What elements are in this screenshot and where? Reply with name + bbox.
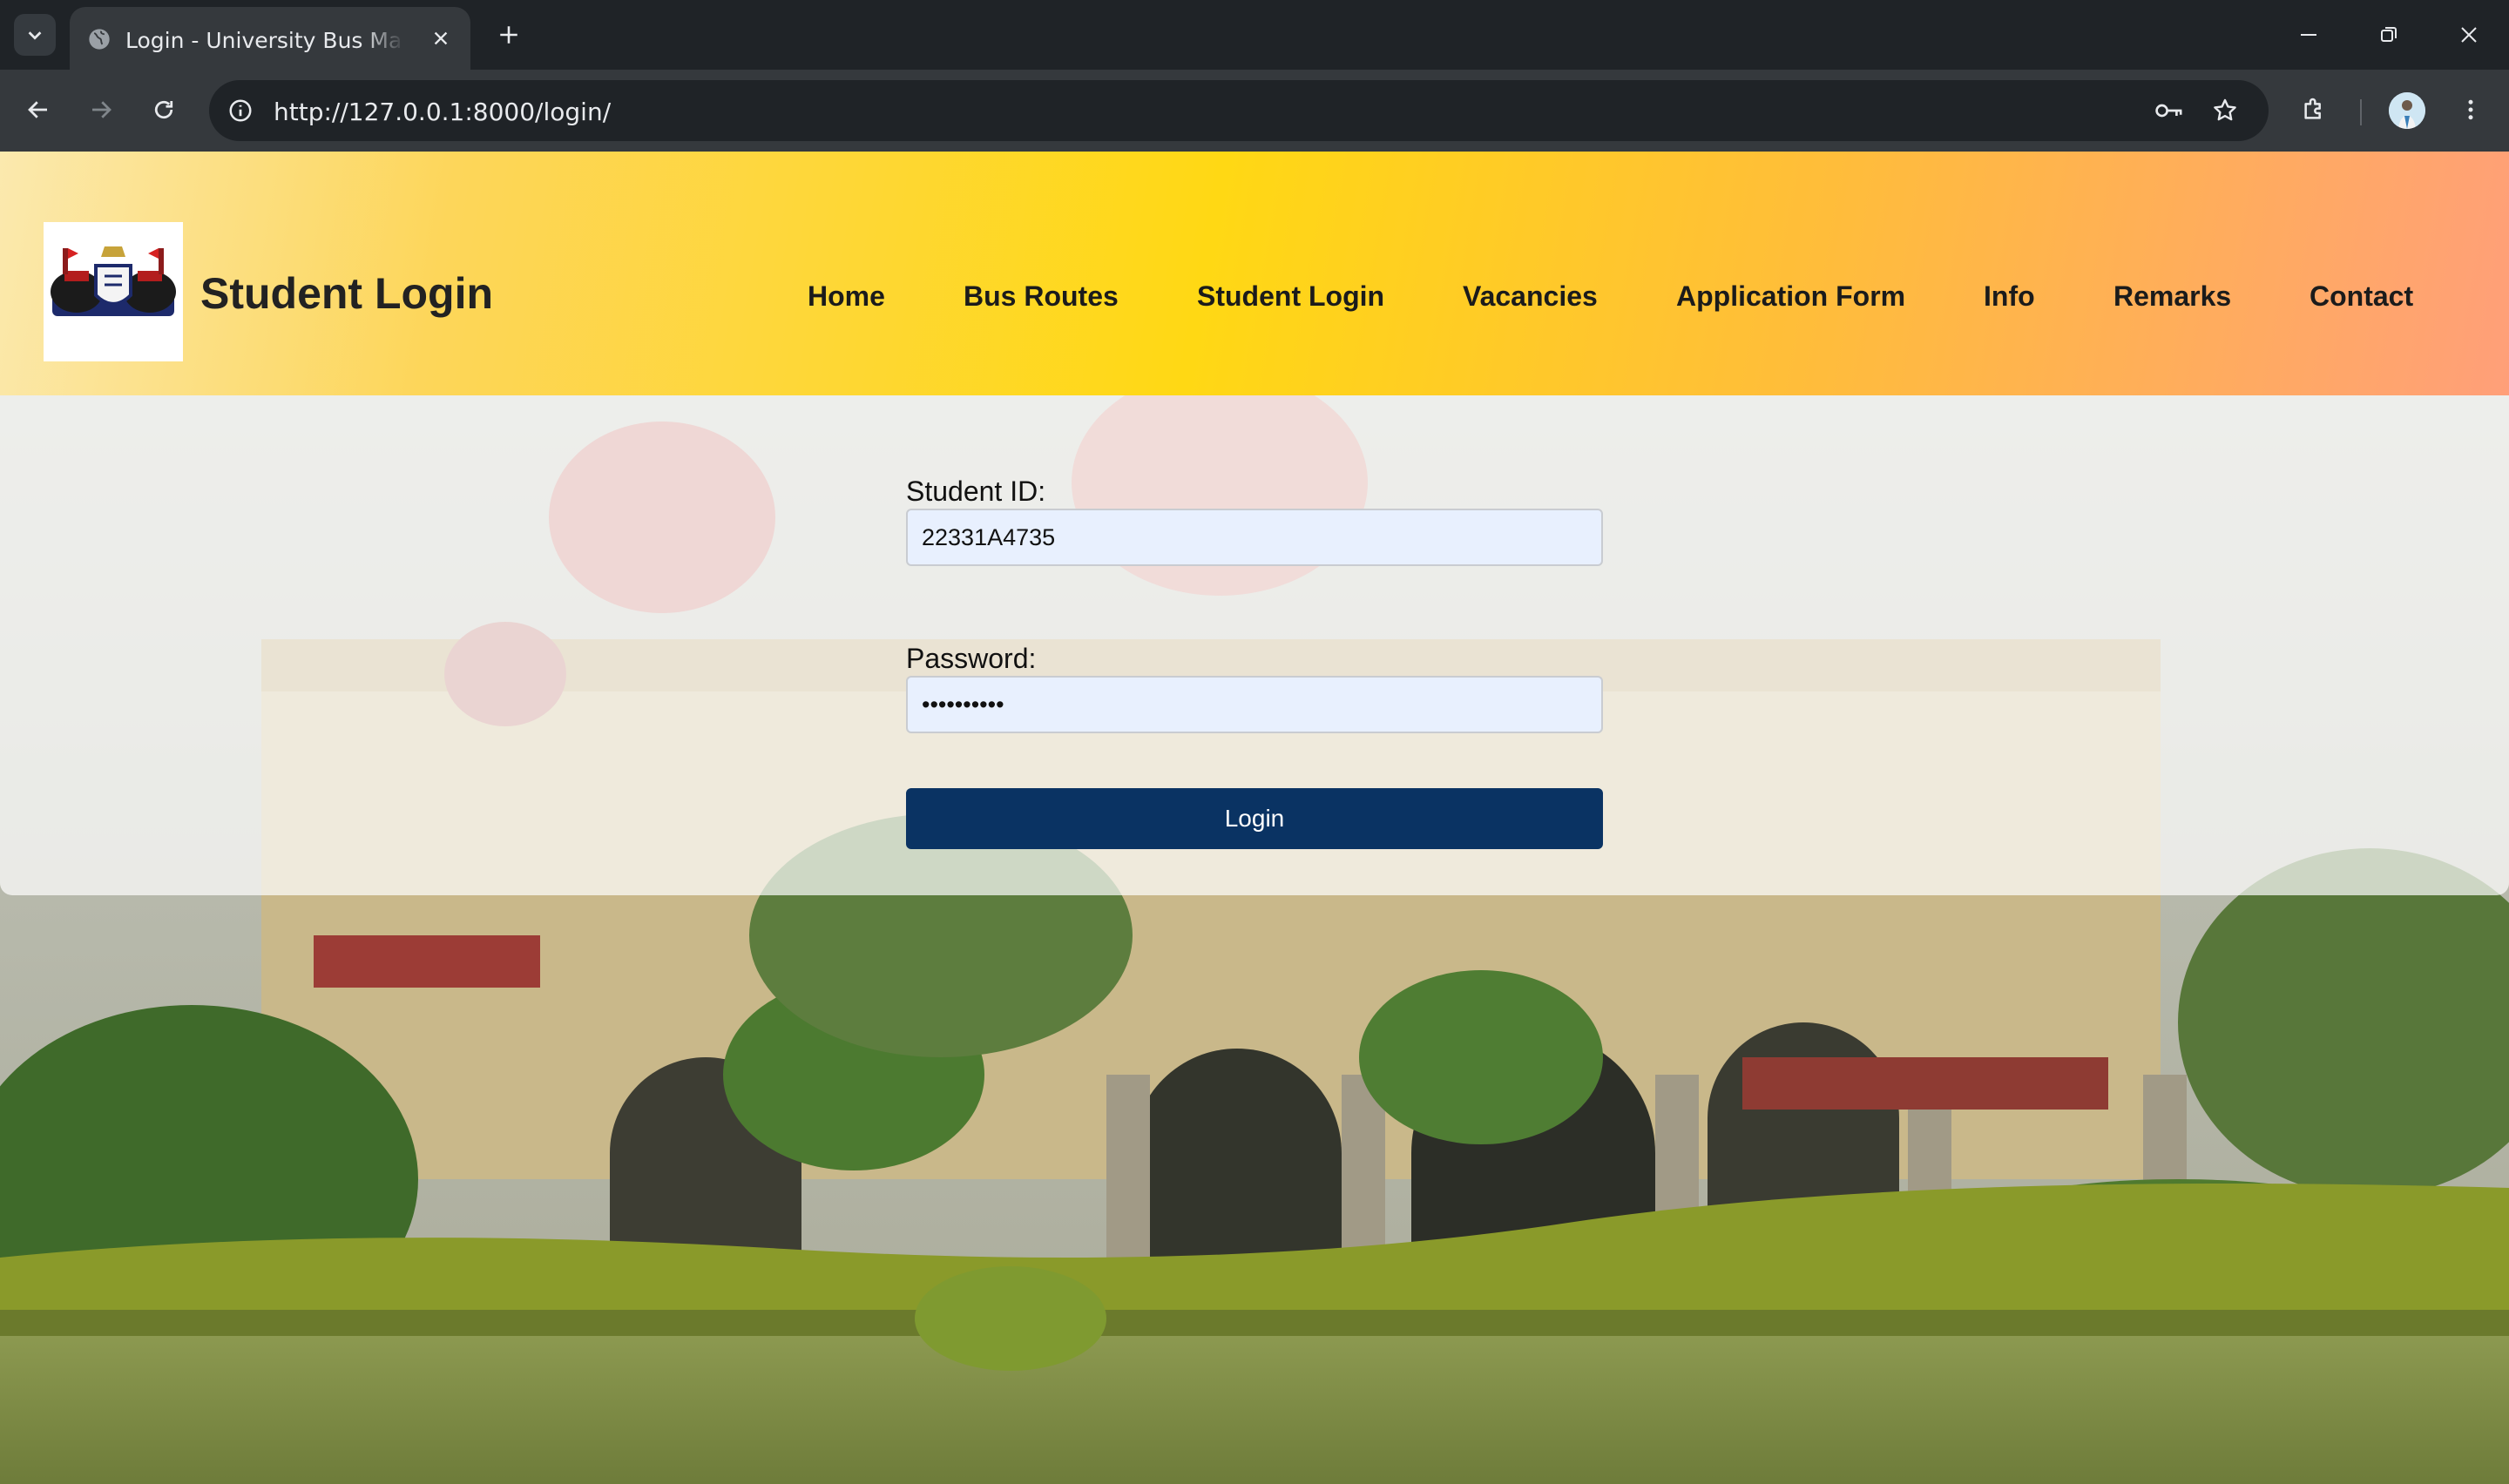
address-bar[interactable]: http://127.0.0.1:8000/login/ xyxy=(209,80,2269,141)
close-icon xyxy=(434,31,448,45)
site-info-button[interactable] xyxy=(220,90,261,132)
url-text[interactable]: http://127.0.0.1:8000/login/ xyxy=(274,98,611,126)
password-label: Password: xyxy=(906,643,1037,674)
browser-tabstrip: Login - University Bus Management xyxy=(0,0,2509,70)
close-icon xyxy=(2461,27,2477,43)
browser-menu-button[interactable] xyxy=(2450,89,2492,131)
forward-arrow-icon xyxy=(92,101,112,118)
login-form-panel: Student ID: Password: Login xyxy=(0,395,2509,895)
student-id-label: Student ID: xyxy=(906,476,1046,507)
nav-vacancies[interactable]: Vacancies xyxy=(1463,280,1598,313)
key-icon xyxy=(2155,104,2182,118)
extensions-button[interactable] xyxy=(2293,89,2335,131)
profile-avatar[interactable] xyxy=(2389,92,2425,129)
nav-contact[interactable]: Contact xyxy=(2309,280,2413,313)
chevron-down-icon xyxy=(28,31,42,40)
password-input[interactable] xyxy=(906,676,1603,733)
restore-icon xyxy=(2381,27,2397,42)
close-window-button[interactable] xyxy=(2438,12,2500,57)
emblem-icon xyxy=(51,246,176,316)
minimize-icon xyxy=(2301,34,2316,36)
nav-info[interactable]: Info xyxy=(1984,280,2035,313)
active-tab[interactable]: Login - University Bus Management xyxy=(70,7,470,70)
page-title: Student Login xyxy=(200,269,494,318)
toolbar-divider xyxy=(2360,99,2362,125)
restore-button[interactable] xyxy=(2357,12,2420,57)
nav-remarks[interactable]: Remarks xyxy=(2113,280,2231,313)
nav-bus-routes[interactable]: Bus Routes xyxy=(964,280,1119,313)
page-viewport: Student Login Home Bus Routes Student Lo… xyxy=(0,152,2509,1484)
profile-icon xyxy=(2389,92,2425,129)
kebab-menu-icon xyxy=(2468,99,2473,120)
bookmark-button[interactable] xyxy=(2204,90,2246,132)
puzzle-icon xyxy=(2304,98,2321,119)
back-button[interactable] xyxy=(17,89,59,131)
password-manager-button[interactable] xyxy=(2148,90,2190,132)
student-id-input[interactable] xyxy=(906,509,1603,566)
login-button[interactable]: Login xyxy=(906,788,1603,849)
browser-toolbar: http://127.0.0.1:8000/login/ xyxy=(0,70,2509,152)
globe-icon xyxy=(89,29,110,50)
plus-icon xyxy=(500,26,517,44)
site-header: Student Login Home Bus Routes Student Lo… xyxy=(0,152,2509,395)
star-icon xyxy=(2214,98,2236,121)
back-arrow-icon xyxy=(28,101,47,118)
minimize-button[interactable] xyxy=(2277,12,2340,57)
reload-icon xyxy=(154,100,173,119)
new-tab-button[interactable] xyxy=(490,16,528,54)
forward-button[interactable] xyxy=(80,89,122,131)
reload-button[interactable] xyxy=(143,89,185,131)
nav-student-login[interactable]: Student Login xyxy=(1197,280,1384,313)
info-icon xyxy=(229,99,252,122)
tab-title: Login - University Bus Management xyxy=(125,28,404,53)
nav-home[interactable]: Home xyxy=(808,280,885,313)
tab-close-button[interactable] xyxy=(425,23,456,54)
nav-application-form[interactable]: Application Form xyxy=(1676,280,1905,313)
university-logo xyxy=(44,222,183,361)
tab-list-button[interactable] xyxy=(14,14,56,56)
